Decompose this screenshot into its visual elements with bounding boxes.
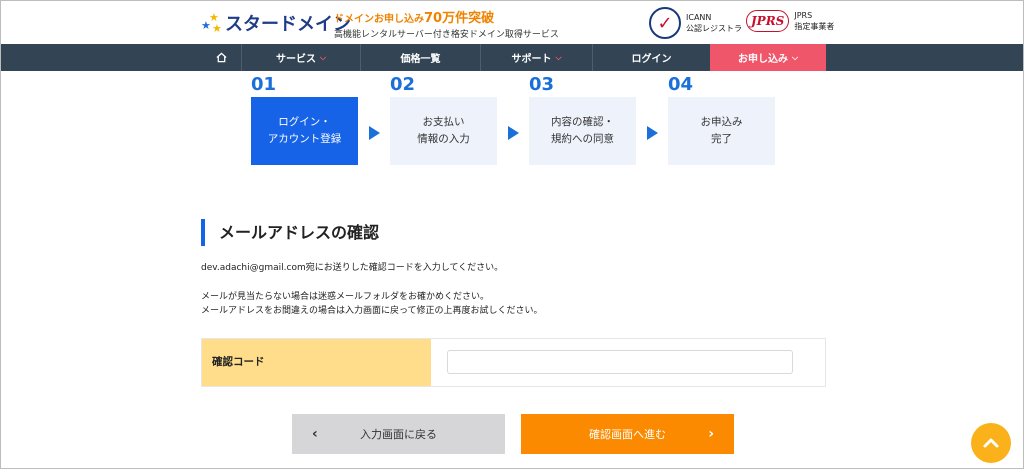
nav-label: サポート — [511, 54, 552, 65]
tagline-sub: 高機能レンタルサーバー付き格安ドメイン取得サービス — [334, 30, 559, 40]
chevron-down-icon: ⌵ — [319, 52, 327, 62]
jprs-name: JPRS — [794, 11, 813, 20]
code-input[interactable] — [447, 350, 793, 374]
message-sent-code: dev.adachi@gmail.com宛にお送りした確認コードを入力してくださ… — [201, 263, 504, 273]
chevron-right-icon: › — [708, 426, 714, 442]
tagline-prefix: ドメインお申し込み — [334, 14, 424, 25]
jprs-badge-group: JPRS JPRS 指定事業者 — [746, 10, 834, 32]
chevron-left-icon: ‹ — [312, 426, 318, 442]
step-box: 内容の確認・ 規約への同意 — [529, 97, 636, 165]
message-check-spam: メールが見当たらない場合は迷惑メールフォルダをお確かめください。 — [201, 292, 490, 302]
nav-item-support[interactable]: サポート ⌵ — [480, 44, 592, 71]
tagline: ドメインお申し込み70万件突破 高機能レンタルサーバー付き格安ドメイン取得サービ… — [334, 7, 559, 40]
step-3: 03 内容の確認・ 規約への同意 — [529, 73, 636, 165]
code-label: 確認コード — [202, 339, 431, 386]
nav-home[interactable] — [201, 44, 241, 71]
next-button[interactable]: 確認画面へ進む › — [521, 414, 734, 454]
step-1: 01 ログイン・アカウント登録 — [251, 73, 358, 165]
stars-icon: ★ ★ ★ — [201, 11, 222, 35]
nav-label: 価格一覧 — [400, 54, 441, 65]
site-logo[interactable]: ★ ★ ★ スタードメイン — [201, 10, 351, 36]
site-header: ★ ★ ★ スタードメイン ドメインお申し込み70万件突破 高機能レンタルサーバ… — [1, 1, 1023, 44]
icann-name: ICANN — [686, 13, 712, 22]
nav-item-apply[interactable]: お申し込み ⌵ — [710, 44, 826, 71]
step-line: 完了 — [711, 133, 732, 145]
step-number: 01 — [251, 74, 277, 95]
step-line: お申込み — [700, 116, 743, 128]
next-button-label: 確認画面へ進む — [589, 428, 666, 441]
logo-text: スタードメイン — [225, 14, 351, 35]
icann-desc: 公認レジストラ — [686, 24, 742, 33]
chevron-down-icon: ⌵ — [555, 52, 562, 62]
step-arrow-icon — [647, 126, 658, 140]
chevron-up-icon — [983, 438, 999, 448]
step-box: ログイン・アカウント登録 — [251, 97, 358, 165]
nav-item-services[interactable]: サービス ⌵ — [241, 44, 360, 71]
home-icon — [215, 52, 227, 63]
nav-label: ログイン — [631, 54, 672, 65]
jprs-logo: JPRS — [746, 10, 790, 32]
nav-label: サービス — [275, 54, 316, 65]
step-number: 04 — [668, 74, 694, 95]
main-nav: サービス ⌵ 価格一覧 サポート ⌵ ログイン お申し込み ⌵ — [1, 44, 1023, 71]
nav-item-login[interactable]: ログイン — [592, 44, 710, 71]
scroll-to-top-button[interactable] — [971, 423, 1011, 463]
icann-badge-group: ✓ ICANN 公認レジストラ — [649, 7, 742, 39]
step-arrow-icon — [369, 126, 380, 140]
step-number: 02 — [390, 74, 416, 95]
step-box: お申込み 完了 — [668, 97, 775, 165]
step-4: 04 お申込み完了 — [668, 73, 775, 165]
icann-seal-icon: ✓ — [649, 7, 681, 39]
step-line: お支払い — [422, 116, 465, 128]
nav-label: お申し込み — [737, 54, 788, 65]
nav-item-prices[interactable]: 価格一覧 — [360, 44, 480, 71]
page-frame: ★ ★ ★ スタードメイン ドメインお申し込み70万件突破 高機能レンタルサーバ… — [0, 0, 1024, 469]
step-line: アカウント登録 — [267, 133, 342, 145]
step-arrow-icon — [508, 126, 519, 140]
code-form-row: 確認コード — [201, 338, 826, 387]
back-button[interactable]: ‹ 入力画面に戻る — [292, 414, 505, 454]
chevron-down-icon: ⌵ — [791, 52, 799, 62]
step-line: 情報の入力 — [417, 133, 470, 145]
step-line: 内容の確認・ — [551, 116, 614, 128]
back-button-label: 入力画面に戻る — [360, 428, 437, 441]
step-line: ログイン・ — [278, 116, 331, 128]
step-box: お支払い 情報の入力 — [390, 97, 497, 165]
message-wrong-address: メールアドレスをお間違えの場合は入力画面に戻って修正の上再度お試しください。 — [201, 306, 543, 316]
step-2: 02 お支払い情報の入力 — [390, 73, 497, 165]
jprs-desc: 指定事業者 — [794, 22, 835, 31]
step-number: 03 — [529, 74, 555, 95]
page-title: メールアドレスの確認 — [201, 219, 379, 246]
tagline-count: 70万件突破 — [424, 11, 495, 26]
step-line: 規約への同意 — [551, 133, 614, 145]
